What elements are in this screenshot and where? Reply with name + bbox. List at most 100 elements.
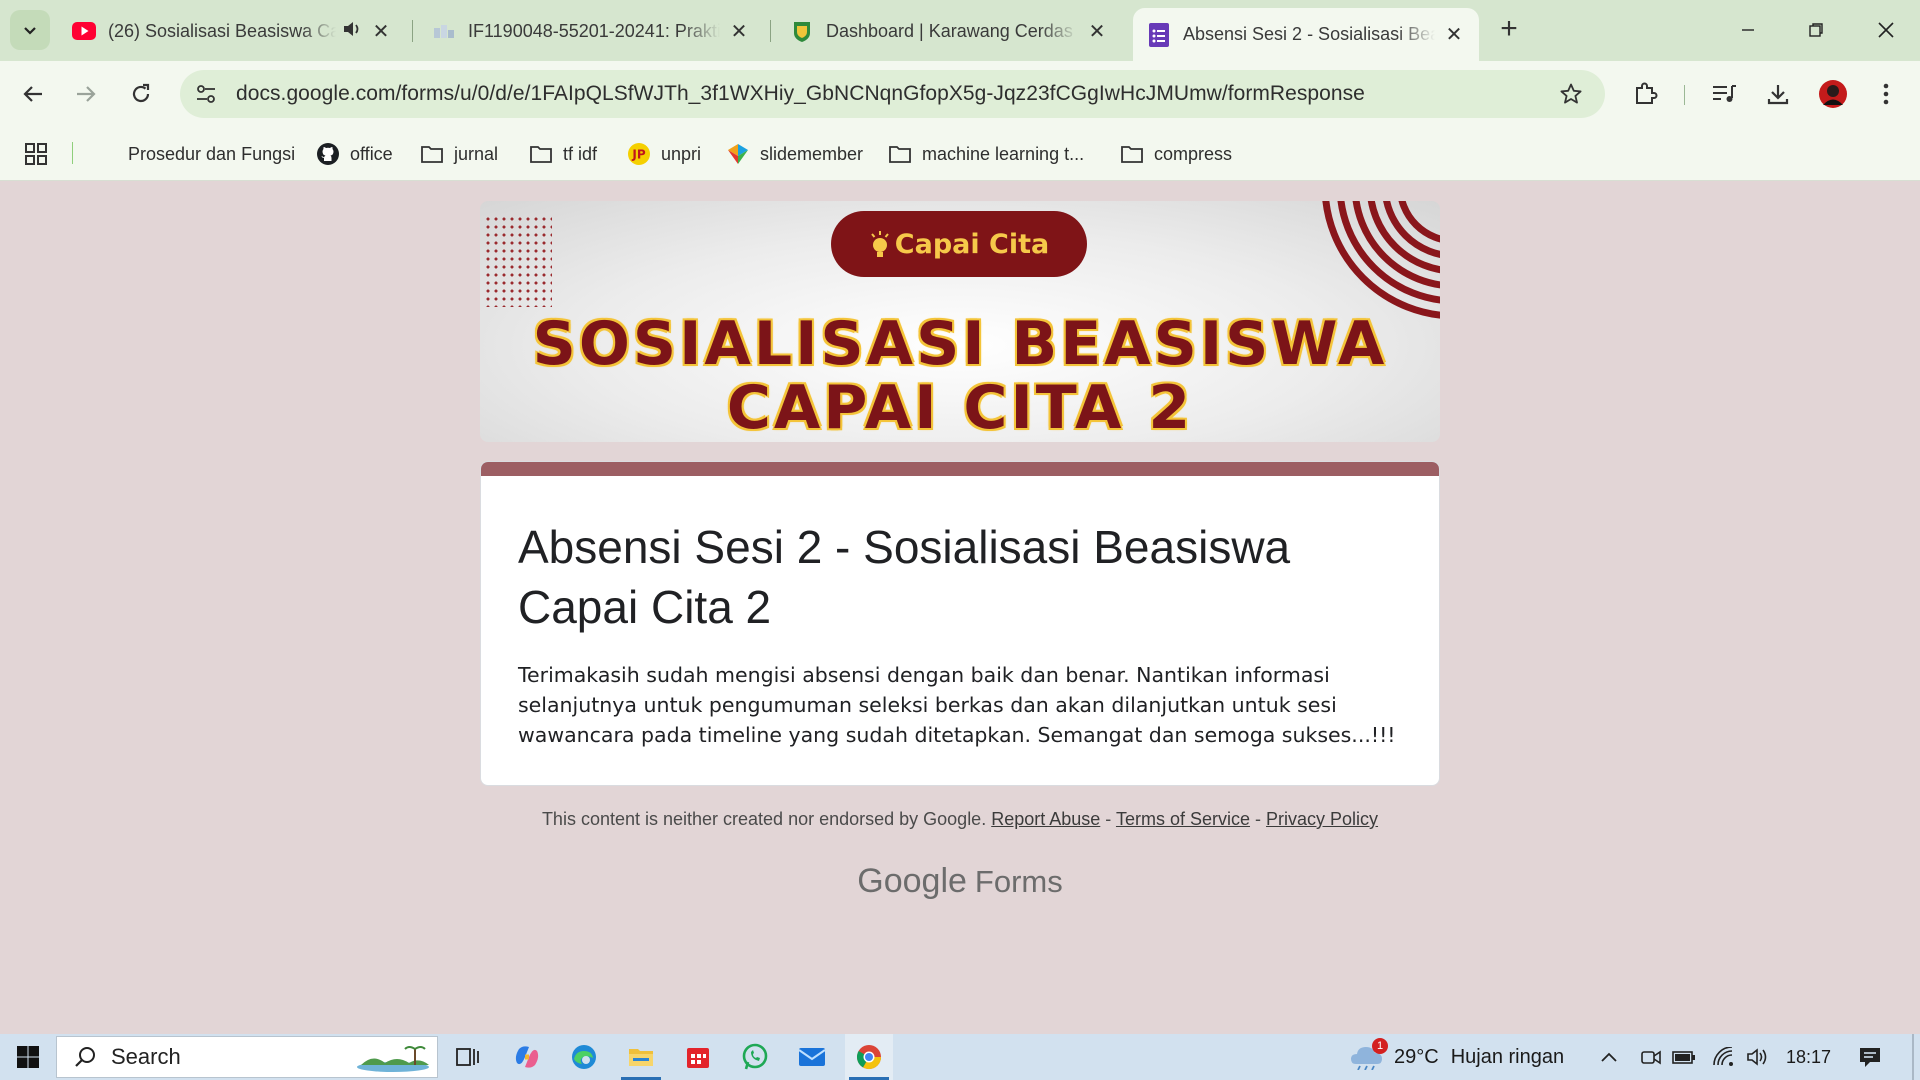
close-tab-icon[interactable]: ✕: [728, 19, 750, 44]
weather-widget[interactable]: 1 29°C Hujan ringan: [1350, 1034, 1564, 1080]
url-text[interactable]: docs.google.com/forms/u/0/d/e/1FAIpQLSfW…: [236, 82, 1365, 106]
show-desktop-button[interactable]: [1912, 1034, 1914, 1080]
tab-title: Absensi Sesi 2 - Sosialisasi Beasiswa Ca…: [1183, 24, 1435, 44]
privacy-policy-link[interactable]: Privacy Policy: [1266, 809, 1378, 829]
github-icon: [316, 142, 340, 166]
wifi-icon: [1713, 1047, 1733, 1066]
link-separator: -: [1250, 809, 1267, 829]
tab-separator: [412, 20, 413, 42]
network-indicator[interactable]: [1712, 1034, 1734, 1080]
bookmarks-bar: Prosedur dan Fungsi office jurnal tf idf…: [0, 127, 1920, 181]
tab-google-forms[interactable]: Absensi Sesi 2 - Sosialisasi Beasiswa Ca…: [1133, 8, 1479, 61]
close-window-button[interactable]: [1862, 12, 1910, 48]
copilot-app[interactable]: [503, 1034, 551, 1080]
tab-karawang[interactable]: Dashboard | Karawang Cerdas ✕: [776, 8, 1122, 54]
more-vert-icon: [1883, 83, 1889, 105]
restore-button[interactable]: [1792, 12, 1840, 48]
disclaimer-text: This content is neither created nor endo…: [541, 809, 987, 829]
bookmark-separator: [72, 142, 73, 164]
mail-app[interactable]: [788, 1034, 836, 1080]
task-view-button[interactable]: [444, 1034, 492, 1080]
rain-cloud-icon: 1: [1350, 1038, 1388, 1072]
terms-of-service-link[interactable]: Terms of Service: [1116, 809, 1250, 829]
taskbar-search-box[interactable]: Search: [56, 1036, 438, 1078]
new-tab-button[interactable]: +: [1493, 14, 1525, 46]
bookmark-compress[interactable]: compress: [1120, 139, 1232, 169]
bookmark-star-icon[interactable]: [1559, 82, 1583, 111]
close-tab-icon[interactable]: ✕: [1443, 22, 1465, 47]
minimize-button[interactable]: [1724, 12, 1772, 48]
lightbulb-icon: [871, 231, 889, 257]
tab-search-button[interactable]: [10, 10, 50, 50]
tab-title: (26) Sosialisasi Beasiswa Capai Cita 2: [108, 20, 336, 41]
bookmark-tfidf[interactable]: tf idf: [529, 139, 597, 169]
bookmark-office[interactable]: office: [316, 139, 393, 169]
weather-temperature: 29°C: [1394, 1045, 1439, 1068]
volume-control[interactable]: [1746, 1034, 1770, 1080]
extensions-button[interactable]: [1628, 76, 1664, 112]
downloads-button[interactable]: [1760, 76, 1796, 112]
tab-youtube[interactable]: (26) Sosialisasi Beasiswa Capai Cita 2 ✕: [58, 8, 406, 54]
slidemember-icon: [726, 142, 750, 166]
speaker-icon[interactable]: [342, 20, 362, 43]
form-accent-bar: [481, 462, 1439, 476]
reload-icon: [132, 83, 150, 103]
google-forms-icon: [1147, 22, 1171, 47]
app-store-app[interactable]: [674, 1034, 722, 1080]
bookmark-label: slidemember: [760, 143, 864, 164]
bookmark-label: tf idf: [563, 143, 598, 164]
folder-icon: [888, 142, 912, 166]
search-highlight-illustration: [357, 1046, 429, 1072]
apps-button[interactable]: [24, 139, 48, 169]
weather-badge: 1: [1372, 1038, 1388, 1054]
bookmark-label: compress: [1154, 143, 1233, 164]
bookmark-prosedur[interactable]: Prosedur dan Fungsi: [128, 139, 295, 169]
profile-avatar[interactable]: [1815, 76, 1851, 112]
notification-icon: [1860, 1048, 1880, 1067]
arrow-right-icon: [77, 86, 96, 102]
brand-google: Google: [857, 862, 967, 900]
start-button[interactable]: [0, 1034, 55, 1080]
bookmark-jurnal[interactable]: jurnal: [420, 139, 498, 169]
address-bar[interactable]: docs.google.com/forms/u/0/d/e/1FAIpQLSfW…: [180, 70, 1605, 118]
tab-moodle[interactable]: IF1190048-55201-20241: Praktikum ✕: [418, 8, 764, 54]
banner-heading-line1: SOSIALISASI BEASISWA: [532, 309, 1388, 379]
edge-app[interactable]: [560, 1034, 608, 1080]
clock[interactable]: 18:17: [1786, 1034, 1831, 1080]
report-abuse-link[interactable]: Report Abuse: [991, 809, 1100, 829]
avatar-icon: [1819, 80, 1847, 108]
reload-button[interactable]: [122, 75, 160, 113]
bookmark-machine-learning[interactable]: machine learning t...: [888, 139, 1084, 169]
folder-icon: [529, 142, 553, 166]
close-tab-icon[interactable]: ✕: [370, 19, 392, 44]
google-disclaimer: This content is neither created nor endo…: [480, 809, 1440, 830]
bookmark-unpri[interactable]: JP unpri: [627, 139, 701, 169]
forward-button[interactable]: [67, 75, 105, 113]
chrome-app[interactable]: [845, 1034, 893, 1080]
moodle-icon: [432, 19, 456, 43]
jp-icon: JP: [627, 142, 651, 166]
back-button[interactable]: [14, 75, 52, 113]
chevron-down-icon: [24, 27, 36, 35]
link-separator: -: [1100, 809, 1116, 829]
menu-button[interactable]: [1868, 76, 1904, 112]
whatsapp-icon: [742, 1043, 768, 1070]
battery-indicator[interactable]: [1672, 1034, 1696, 1080]
tab-title: IF1190048-55201-20241: Praktikum: [468, 20, 720, 41]
notifications-button[interactable]: [1858, 1034, 1882, 1080]
bookmark-slidemember[interactable]: slidemember: [726, 139, 863, 169]
whatsapp-app[interactable]: [731, 1034, 779, 1080]
media-control-button[interactable]: [1706, 76, 1742, 112]
puzzle-icon: [1636, 82, 1658, 104]
store-icon: [687, 1048, 709, 1068]
close-tab-icon[interactable]: ✕: [1086, 19, 1108, 44]
bookmark-label: office: [350, 143, 393, 164]
site-info-button[interactable]: [188, 76, 224, 112]
search-placeholder: Search: [111, 1044, 181, 1069]
file-explorer-app[interactable]: [617, 1034, 665, 1080]
bookmark-label: unpri: [661, 143, 702, 164]
meet-now-button[interactable]: [1640, 1034, 1662, 1080]
show-hidden-icons-button[interactable]: [1600, 1034, 1618, 1080]
google-forms-logo[interactable]: Google Forms: [480, 862, 1440, 901]
banner-heading-line2: CAPAI CITA 2: [726, 373, 1194, 442]
